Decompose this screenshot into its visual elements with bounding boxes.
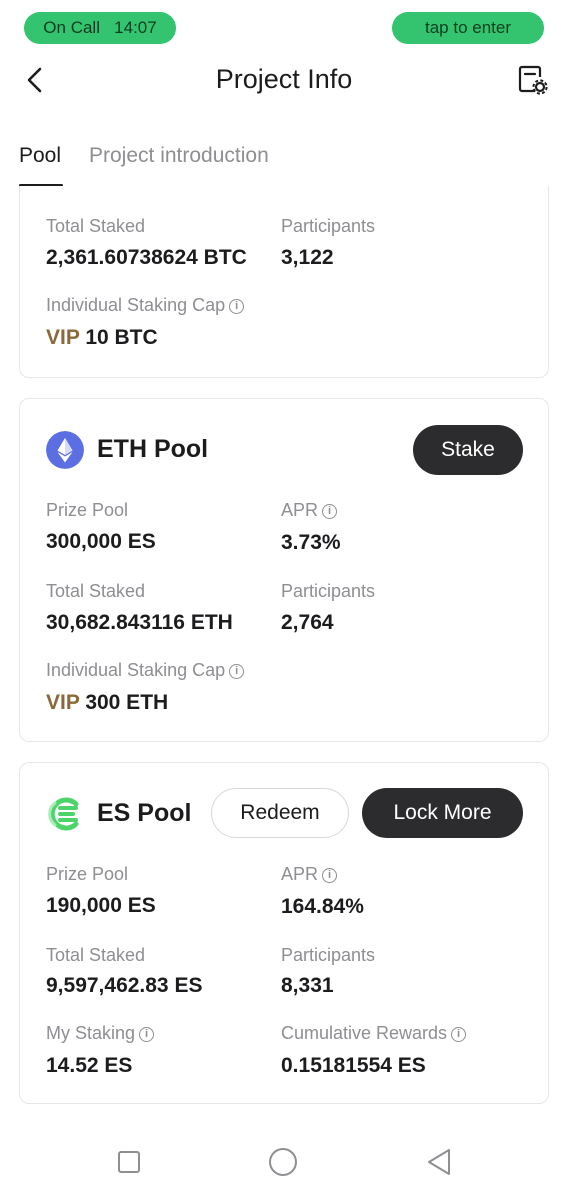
cumulative-rewards-label: Cumulative Rewards i: [281, 1023, 467, 1044]
my-staking-value: 14.52 ES: [46, 1054, 133, 1077]
on-call-pill[interactable]: On Call 14:07: [24, 12, 176, 44]
apr-label: APR i: [281, 864, 338, 885]
tab-bar: Pool Project introduction: [0, 144, 568, 188]
eth-pool-card: ETH Pool Stake Prize Pool 300,000 ES APR…: [19, 398, 549, 742]
apr-value: 3.73%: [281, 531, 341, 554]
prize-pool-label: Prize Pool: [46, 500, 129, 520]
cumulative-rewards-value: 0.15181554 ES: [281, 1054, 426, 1077]
tap-to-enter-pill[interactable]: tap to enter: [392, 12, 544, 44]
circle-icon[interactable]: [268, 1147, 298, 1177]
tab-project-introduction[interactable]: Project introduction: [89, 144, 269, 168]
staking-cap-label: Individual Staking Cap i: [46, 660, 245, 681]
ethereum-logo-icon: [46, 431, 84, 469]
redeem-button[interactable]: Redeem: [211, 788, 349, 838]
call-label: On Call: [43, 18, 100, 37]
square-icon[interactable]: [117, 1150, 141, 1174]
btc-pool-card: Total Staked 2,361.60738624 BTC Particip…: [19, 186, 549, 378]
my-staking-text: My Staking: [46, 1023, 136, 1043]
app-header: Project Info: [0, 56, 568, 106]
staking-cap-label: Individual Staking Cap i: [46, 295, 245, 316]
prize-pool-label: Prize Pool: [46, 864, 129, 884]
triangle-back-icon[interactable]: [426, 1147, 452, 1177]
staking-cap-text: Individual Staking Cap: [46, 660, 226, 680]
total-staked-label: Total Staked: [46, 945, 146, 965]
document-settings-icon[interactable]: [516, 64, 548, 96]
system-nav-bar: [0, 1140, 568, 1184]
vip-tag: VIP: [46, 691, 80, 714]
enter-label: tap to enter: [424, 18, 511, 37]
participants-label: Participants: [281, 945, 376, 965]
info-circle-icon[interactable]: i: [229, 299, 245, 314]
apr-value: 164.84%: [281, 895, 364, 918]
cumulative-rewards-text: Cumulative Rewards: [281, 1023, 448, 1043]
cap-amount: 300 ETH: [85, 691, 169, 714]
info-circle-icon[interactable]: i: [322, 868, 338, 883]
pool-name: ETH Pool: [97, 435, 209, 463]
cap-amount: 10 BTC: [85, 326, 158, 349]
participants-label: Participants: [281, 216, 376, 236]
lock-more-button[interactable]: Lock More: [362, 788, 523, 838]
prize-pool-value: 190,000 ES: [46, 894, 156, 917]
apr-label: APR i: [281, 500, 338, 521]
vip-tag: VIP: [46, 326, 80, 349]
apr-text: APR: [281, 500, 319, 520]
es-logo-icon: [48, 797, 79, 831]
total-staked-label: Total Staked: [46, 581, 146, 601]
call-time: 14:07: [114, 18, 157, 37]
staking-cap-text: Individual Staking Cap: [46, 295, 226, 315]
info-circle-icon[interactable]: i: [322, 504, 338, 519]
staking-cap-value: VIP 10 BTC: [46, 326, 158, 350]
staking-cap-value: VIP 300 ETH: [46, 691, 168, 715]
prize-pool-value: 300,000 ES: [46, 530, 156, 553]
total-staked-value: 9,597,462.83 ES: [46, 974, 203, 997]
participants-value: 3,122: [281, 246, 334, 269]
page-title: Project Info: [215, 64, 353, 94]
participants-label: Participants: [281, 581, 376, 601]
es-pool-card: ES Pool Redeem Lock More Prize Pool 190,…: [19, 762, 549, 1104]
pool-name: ES Pool: [97, 799, 192, 827]
info-circle-icon[interactable]: i: [139, 1027, 155, 1042]
participants-value: 2,764: [281, 611, 334, 634]
my-staking-label: My Staking i: [46, 1023, 155, 1044]
info-circle-icon[interactable]: i: [451, 1027, 467, 1042]
tab-pool[interactable]: Pool: [19, 144, 61, 168]
total-staked-value: 30,682.843116 ETH: [46, 611, 233, 634]
total-staked-value: 2,361.60738624 BTC: [46, 246, 247, 269]
info-circle-icon[interactable]: i: [229, 664, 245, 679]
total-staked-label: Total Staked: [46, 216, 146, 236]
participants-value: 8,331: [281, 974, 334, 997]
stake-button[interactable]: Stake: [413, 425, 523, 475]
apr-text: APR: [281, 864, 319, 884]
